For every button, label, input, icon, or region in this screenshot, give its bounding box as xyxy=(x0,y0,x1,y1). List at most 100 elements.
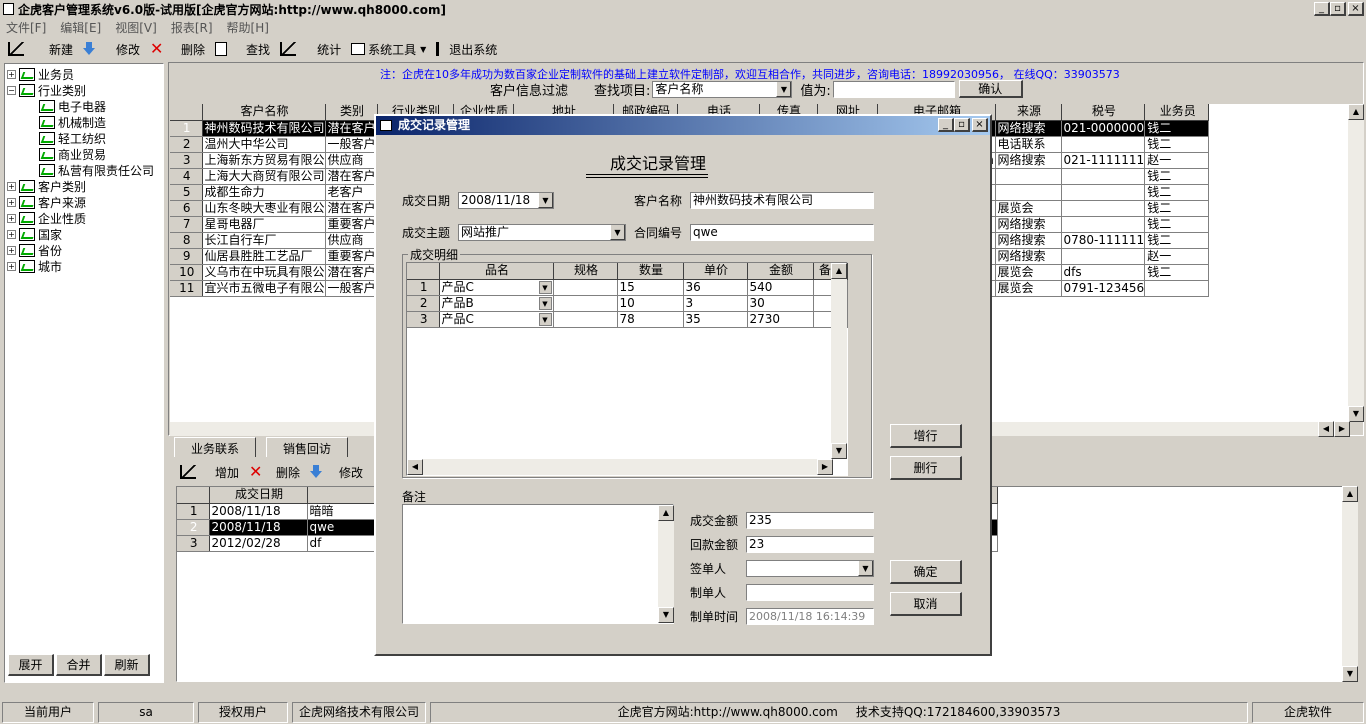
remark-scrollbar[interactable]: ▲ ▼ xyxy=(658,505,674,623)
row-number[interactable]: 1 xyxy=(170,120,203,137)
column-header[interactable]: 单价 xyxy=(683,263,748,280)
table-cell[interactable]: 展览会 xyxy=(995,264,1062,281)
tree-node[interactable]: + 省份 xyxy=(7,242,62,258)
subject-select[interactable]: 网站推广 ▼ xyxy=(458,224,626,241)
row-number[interactable]: 3 xyxy=(170,152,203,169)
table-cell[interactable]: 供应商 xyxy=(325,232,378,249)
table-cell[interactable]: 一般客户 xyxy=(325,280,378,297)
column-header[interactable]: 客户名称 xyxy=(202,104,326,121)
table-cell[interactable]: 供应商 xyxy=(325,152,378,169)
expand-icon[interactable]: + xyxy=(7,213,16,223)
scroll-down-icon[interactable]: ▼ xyxy=(831,443,847,459)
table-cell[interactable]: 义乌市在中玩具有限公 xyxy=(202,264,326,281)
row-number[interactable]: 2 xyxy=(407,295,440,312)
table-cell[interactable]: 021-0000000 xyxy=(1061,120,1146,137)
expand-icon[interactable]: + xyxy=(7,229,16,239)
tree-node[interactable]: + 国家 xyxy=(7,226,62,242)
filter-value-input[interactable] xyxy=(832,80,955,98)
scroll-up-icon[interactable]: ▲ xyxy=(1342,486,1358,502)
row-number[interactable]: 6 xyxy=(170,200,203,217)
table-cell[interactable] xyxy=(553,295,618,312)
minimize-button[interactable]: _ xyxy=(1314,2,1330,16)
date-picker[interactable]: 2008/11/18 ▼ xyxy=(458,192,554,209)
new-button[interactable]: 新建 xyxy=(4,39,77,59)
expand-icon[interactable]: + xyxy=(7,261,16,271)
tree-node[interactable]: 机械制造 xyxy=(39,114,106,130)
table-cell[interactable]: 3 xyxy=(683,295,748,312)
table-cell[interactable]: 钱二 xyxy=(1144,120,1210,137)
table-cell[interactable]: 78 xyxy=(617,311,684,328)
scroll-up-icon[interactable]: ▲ xyxy=(658,505,674,521)
table-cell[interactable]: 钱二 xyxy=(1144,200,1210,217)
filter-field-select[interactable]: 客户名称 ▼ xyxy=(652,80,793,98)
menu-view[interactable]: 视图[V] xyxy=(115,19,157,36)
column-header[interactable]: 金额 xyxy=(747,263,814,280)
add-button[interactable]: 增加 xyxy=(176,462,243,482)
chevron-down-icon[interactable]: ▼ xyxy=(538,296,552,310)
find-button[interactable]: 查找 xyxy=(211,39,274,59)
table-cell[interactable] xyxy=(1061,200,1146,217)
expand-icon[interactable]: + xyxy=(7,181,16,191)
row-number[interactable]: 10 xyxy=(170,264,203,281)
table-cell[interactable]: 潜在客户 xyxy=(325,120,378,137)
table-cell[interactable] xyxy=(995,168,1062,185)
table-cell[interactable]: 钱二 xyxy=(1144,264,1210,281)
exit-button[interactable]: 退出系统 xyxy=(432,39,501,59)
scroll-left-icon[interactable]: ◀ xyxy=(407,459,423,475)
grid-vertical-scrollbar[interactable]: ▲ ▼ xyxy=(1348,104,1364,422)
contract-field[interactable]: qwe xyxy=(690,224,874,241)
signer-select[interactable]: ▼ xyxy=(746,560,874,577)
column-header[interactable]: 规格 xyxy=(553,263,618,280)
table-cell[interactable]: 钱二 xyxy=(1144,184,1210,201)
chevron-down-icon[interactable]: ▼ xyxy=(538,312,552,326)
table-cell[interactable]: 30 xyxy=(747,295,814,312)
sub-edit-button[interactable]: 修改 xyxy=(306,462,367,482)
time-field[interactable]: 2008/11/18 16:14:39 xyxy=(746,608,874,625)
table-cell[interactable]: 仙居县胜胜工艺品厂 xyxy=(202,248,326,265)
column-header[interactable] xyxy=(407,263,440,280)
menu-file[interactable]: 文件[F] xyxy=(6,19,46,36)
table-cell[interactable] xyxy=(1144,280,1210,297)
column-header[interactable]: 税号 xyxy=(1061,104,1146,121)
tools-button[interactable]: 系统工具 ▼ xyxy=(347,39,430,59)
expand-icon[interactable]: + xyxy=(7,245,16,255)
table-cell[interactable]: 潜在客户 xyxy=(325,168,378,185)
table-cell[interactable]: 山东冬映大枣业有限公 xyxy=(202,200,326,217)
tree-node[interactable]: + 客户来源 xyxy=(7,194,86,210)
close-button[interactable]: × xyxy=(1348,2,1364,16)
table-cell[interactable]: 重要客户 xyxy=(325,248,378,265)
table-cell[interactable] xyxy=(553,279,618,296)
add-row-button[interactable]: 增行 xyxy=(890,424,962,448)
table-cell[interactable]: 36 xyxy=(683,279,748,296)
table-cell[interactable]: 钱二 xyxy=(1144,216,1210,233)
table-cell[interactable]: 钱二 xyxy=(1144,168,1210,185)
collapse-icon[interactable]: − xyxy=(7,85,16,95)
remark-textarea[interactable] xyxy=(402,504,674,624)
table-cell[interactable]: 2012/02/28 xyxy=(209,535,308,552)
table-cell[interactable]: 2008/11/18 xyxy=(209,503,308,520)
table-cell[interactable]: 021-1111111 xyxy=(1061,152,1146,169)
tree-node[interactable]: 轻工纺织 xyxy=(39,130,106,146)
tree-node[interactable]: 私营有限责任公司 xyxy=(39,162,154,178)
table-cell[interactable]: 2008/11/18 xyxy=(209,519,308,536)
scroll-up-icon[interactable]: ▲ xyxy=(831,263,847,279)
table-cell[interactable]: 产品C ▼ xyxy=(439,279,554,296)
sub-delete-button[interactable]: ✕ 删除 xyxy=(245,462,304,482)
detail-horizontal-scrollbar[interactable]: ◀ ▶ xyxy=(407,459,833,475)
table-cell[interactable]: 产品C ▼ xyxy=(439,311,554,328)
table-cell[interactable]: 老客户 xyxy=(325,184,378,201)
tree-node[interactable]: + 业务员 xyxy=(7,66,74,82)
table-cell[interactable]: 2730 xyxy=(747,311,814,328)
customer-field[interactable]: 神州数码技术有限公司 xyxy=(690,192,874,209)
table-cell[interactable] xyxy=(1061,184,1146,201)
table-cell[interactable]: 35 xyxy=(683,311,748,328)
table-cell[interactable]: 上海大大商贸有限公司 xyxy=(202,168,326,185)
expand-icon[interactable]: + xyxy=(7,69,16,79)
table-row[interactable]: 3 产品C ▼ 78 35 2730 xyxy=(407,311,848,328)
table-cell[interactable]: 成都生命力 xyxy=(202,184,326,201)
payment-field[interactable]: 23 xyxy=(746,536,874,553)
tab-business-contact[interactable]: 业务联系 xyxy=(174,437,257,457)
tree-node[interactable]: 商业贸易 xyxy=(39,146,106,162)
table-cell[interactable]: 网络搜索 xyxy=(995,232,1062,249)
table-cell[interactable]: 赵一 xyxy=(1144,248,1210,265)
